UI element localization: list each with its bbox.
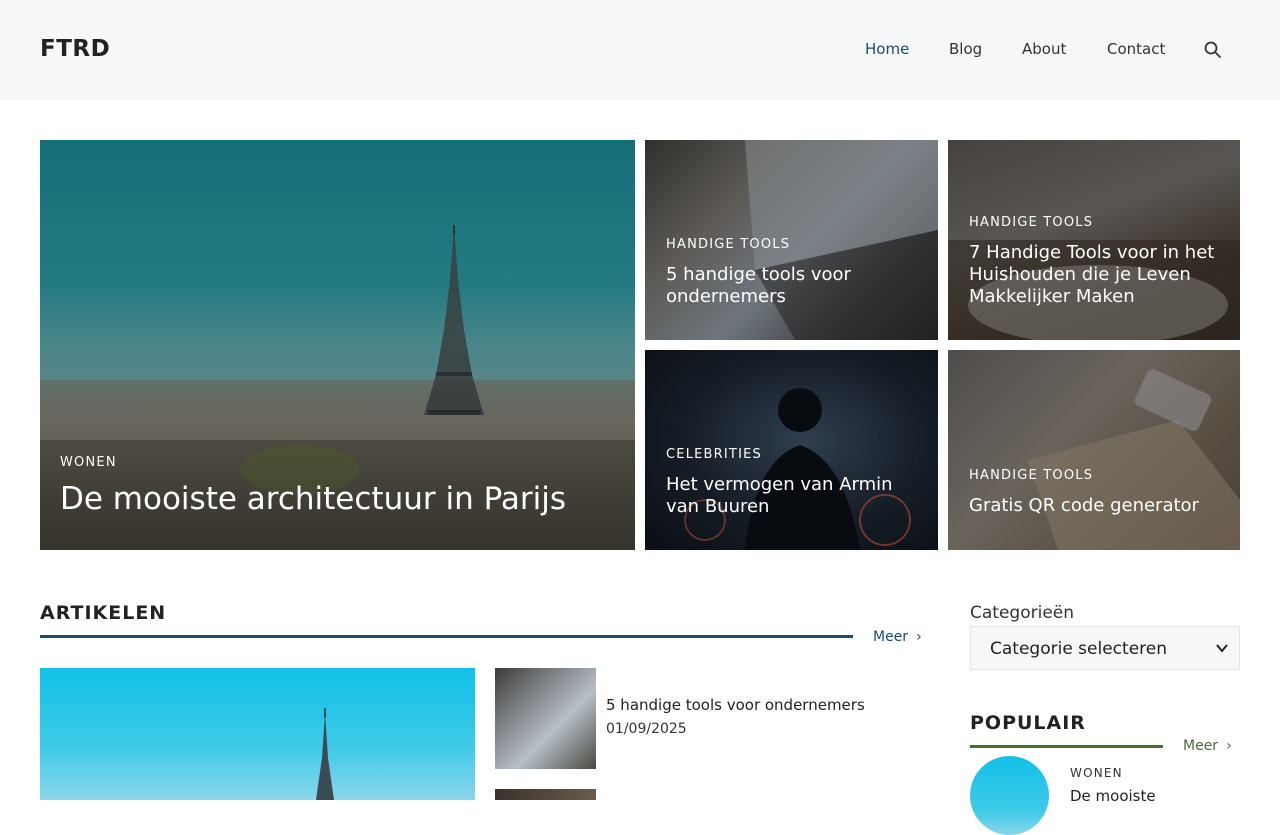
popular-divider	[970, 745, 1163, 748]
featured-card-4[interactable]: HANDIGE TOOLS Gratis QR code generator	[948, 350, 1240, 550]
featured-card-3-category[interactable]: CELEBRITIES	[666, 447, 762, 462]
popular-heading: POPULAIR	[970, 712, 1086, 734]
nav-item-about[interactable]: About	[1022, 40, 1066, 58]
article-thumbnail[interactable]	[495, 668, 596, 769]
article-featured-image[interactable]	[40, 668, 475, 800]
featured-card-2-title[interactable]: 7 Handige Tools voor in het Huishouden d…	[969, 242, 1229, 308]
featured-main-category[interactable]: WONEN	[60, 455, 117, 470]
featured-card-2-category[interactable]: HANDIGE TOOLS	[969, 215, 1093, 230]
featured-card-3[interactable]: CELEBRITIES Het vermogen van Armin van B…	[645, 350, 938, 550]
featured-card-1-title[interactable]: 5 handige tools voor ondernemers	[666, 264, 916, 308]
featured-card-2[interactable]: HANDIGE TOOLS 7 Handige Tools voor in he…	[948, 140, 1240, 340]
site-logo[interactable]: FTRD	[40, 36, 110, 62]
article-date: 01/09/2025	[606, 721, 687, 737]
chevron-right-icon: ›	[916, 629, 922, 645]
chevron-right-icon: ›	[1226, 738, 1232, 754]
articles-divider	[40, 635, 853, 638]
articles-more-link[interactable]: Meer ›	[873, 629, 922, 645]
categories-select[interactable]: Categorie selecteren	[970, 626, 1240, 670]
categories-label: Categorieën	[970, 603, 1075, 623]
nav-item-contact[interactable]: Contact	[1107, 40, 1165, 58]
popular-title[interactable]: De mooiste	[1070, 787, 1156, 805]
articles-more-label: Meer	[873, 629, 909, 645]
popular-category[interactable]: WONEN	[1070, 766, 1123, 780]
chevron-down-icon	[1216, 644, 1228, 653]
articles-heading: ARTIKELEN	[40, 602, 167, 624]
eiffel-tower-image	[316, 708, 334, 800]
popular-thumbnail[interactable]	[970, 756, 1049, 835]
featured-card-1[interactable]: HANDIGE TOOLS 5 handige tools voor onder…	[645, 140, 938, 340]
featured-main-title[interactable]: De mooiste architectuur in Parijs	[60, 480, 566, 518]
article-thumbnail[interactable]	[495, 789, 596, 800]
featured-card-3-title[interactable]: Het vermogen van Armin van Buuren	[666, 474, 916, 518]
search-icon[interactable]	[1204, 41, 1222, 59]
featured-card-4-category[interactable]: HANDIGE TOOLS	[969, 468, 1093, 483]
article-title[interactable]: 5 handige tools voor ondernemers	[606, 696, 865, 714]
featured-card-1-category[interactable]: HANDIGE TOOLS	[666, 237, 790, 252]
card-overlay	[948, 350, 1240, 550]
nav-item-home[interactable]: Home	[865, 40, 909, 58]
nav-item-blog[interactable]: Blog	[949, 40, 982, 58]
featured-card-4-title[interactable]: Gratis QR code generator	[969, 495, 1229, 517]
popular-more-label: Meer	[1183, 738, 1219, 754]
site-header: FTRD Home Blog About Contact	[0, 0, 1280, 100]
featured-main-card[interactable]: WONEN De mooiste architectuur in Parijs	[40, 140, 635, 550]
card-overlay	[948, 140, 1240, 340]
popular-more-link[interactable]: Meer ›	[1183, 738, 1232, 754]
categories-select-value: Categorie selecteren	[990, 639, 1167, 659]
